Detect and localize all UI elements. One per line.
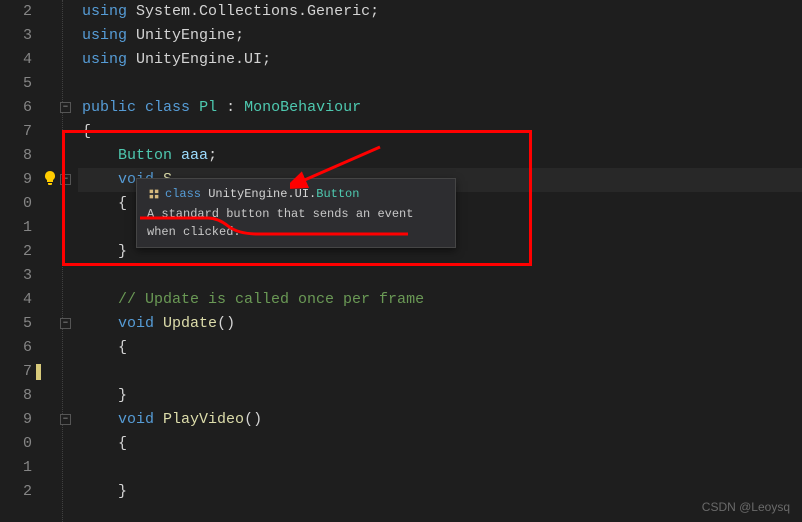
code-line: {	[82, 336, 802, 360]
fold-toggle[interactable]: −	[60, 102, 71, 113]
lightbulb-icon[interactable]	[42, 170, 58, 186]
line-number: 9	[0, 408, 32, 432]
breakpoint-marker[interactable]	[36, 364, 41, 380]
line-number: 8	[0, 144, 32, 168]
line-number-gutter: 2 3 4 5 6 7 8 9 0 1 2 3 4 5 6 7 8 9 0 1 …	[0, 0, 40, 522]
line-number: 2	[0, 480, 32, 504]
code-line: {	[82, 432, 802, 456]
class-icon	[147, 187, 161, 201]
line-number: 6	[0, 336, 32, 360]
line-number: 0	[0, 432, 32, 456]
fold-toggle[interactable]: −	[60, 174, 71, 185]
intellisense-tooltip: class UnityEngine.UI.Button A standard b…	[136, 178, 456, 248]
code-line: }	[82, 480, 802, 504]
line-number: 4	[0, 48, 32, 72]
line-number: 5	[0, 72, 32, 96]
code-line	[82, 72, 802, 96]
code-editor[interactable]: 2 3 4 5 6 7 8 9 0 1 2 3 4 5 6 7 8 9 0 1 …	[0, 0, 802, 522]
fold-toggle[interactable]: −	[60, 318, 71, 329]
code-line: public class Pl : MonoBehaviour	[82, 96, 802, 120]
line-number: 1	[0, 216, 32, 240]
fold-toggle[interactable]: −	[60, 414, 71, 425]
tooltip-type: Button	[316, 187, 359, 201]
code-line	[82, 264, 802, 288]
code-line: Button aaa;	[82, 144, 802, 168]
code-line: // Update is called once per frame	[82, 288, 802, 312]
line-number: 3	[0, 264, 32, 288]
code-line	[82, 456, 802, 480]
line-number: 7	[0, 360, 32, 384]
fold-margin: − − − −	[40, 0, 78, 522]
line-number: 4	[0, 288, 32, 312]
line-number: 0	[0, 192, 32, 216]
line-number: 6	[0, 96, 32, 120]
code-line: }	[82, 384, 802, 408]
code-line: using UnityEngine;	[82, 24, 802, 48]
tooltip-keyword: class	[165, 187, 201, 201]
watermark: CSDN @Leoysq	[702, 500, 790, 514]
line-number: 3	[0, 24, 32, 48]
line-number: 1	[0, 456, 32, 480]
code-line: void Update()	[82, 312, 802, 336]
code-line: using UnityEngine.UI;	[82, 48, 802, 72]
line-number: 9	[0, 168, 32, 192]
line-number: 2	[0, 240, 32, 264]
code-line: void PlayVideo()	[82, 408, 802, 432]
code-area[interactable]: using System.Collections.Generic; using …	[78, 0, 802, 522]
line-number: 5	[0, 312, 32, 336]
line-number: 2	[0, 0, 32, 24]
code-line: {	[82, 120, 802, 144]
tooltip-description: A standard button that sends an event wh…	[147, 205, 445, 241]
line-number: 8	[0, 384, 32, 408]
line-number: 7	[0, 120, 32, 144]
code-line	[82, 360, 802, 384]
code-line: using System.Collections.Generic;	[82, 0, 802, 24]
tooltip-namespace: UnityEngine.UI.	[208, 187, 316, 201]
